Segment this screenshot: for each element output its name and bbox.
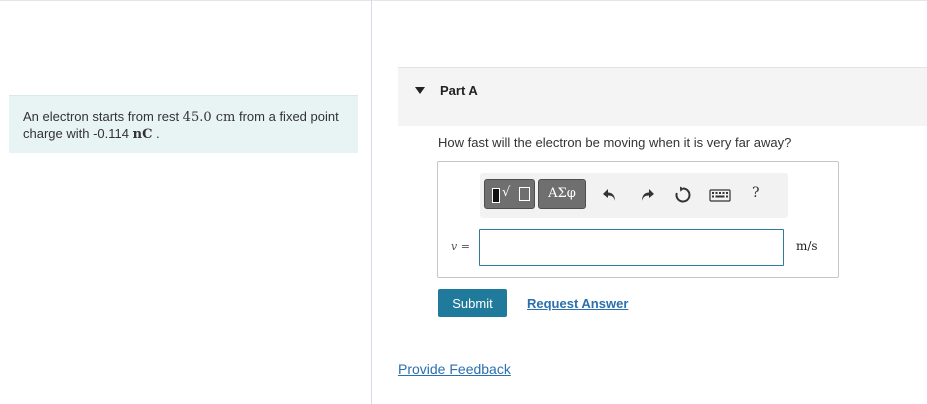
problem-page: An electron starts from rest 45.0 cm fro… [0, 0, 927, 404]
greek-symbols-button[interactable]: ΑΣφ [538, 179, 586, 209]
intro-charge-unit: nC [133, 127, 153, 142]
answer-box: √ ΑΣφ ? v = [437, 161, 839, 278]
question-text: How fast will the electron be moving whe… [438, 135, 792, 150]
math-toolbar: √ ΑΣφ ? [480, 173, 788, 218]
top-rule [0, 0, 927, 1]
reset-icon[interactable] [673, 185, 693, 205]
intro-text-end: . [152, 126, 160, 141]
intro-charge-unit-text: nC [132, 127, 153, 142]
answer-input[interactable] [479, 229, 784, 266]
templates-icon [492, 188, 500, 203]
templates-button[interactable]: √ [484, 179, 535, 209]
part-title: Part A [440, 83, 478, 98]
problem-intro: An electron starts from rest 45.0 cm fro… [9, 95, 358, 153]
undo-icon[interactable] [600, 185, 620, 205]
submit-button[interactable]: Submit [438, 289, 507, 317]
radical-icon: √ [502, 185, 511, 200]
keyboard-icon[interactable] [708, 185, 732, 205]
variable-label: v = [451, 240, 470, 253]
equals-sign: = [457, 240, 470, 253]
provide-feedback-link[interactable]: Provide Feedback [398, 361, 511, 377]
part-header: Part A [398, 67, 927, 126]
units-label: m/s [796, 239, 818, 253]
redo-icon[interactable] [637, 185, 657, 205]
help-icon[interactable]: ? [752, 185, 760, 201]
request-answer-link[interactable]: Request Answer [527, 296, 628, 311]
intro-charge-value: -0.114 [93, 126, 129, 141]
intro-text-a: An electron starts from rest [23, 109, 183, 124]
intro-distance-value: 45.0 [182, 110, 212, 125]
column-divider [371, 0, 372, 404]
collapse-caret-icon[interactable] [415, 87, 425, 94]
intro-distance: 45.0 cm [183, 110, 236, 125]
box-icon [519, 187, 530, 201]
intro-distance-unit: cm [215, 110, 236, 125]
